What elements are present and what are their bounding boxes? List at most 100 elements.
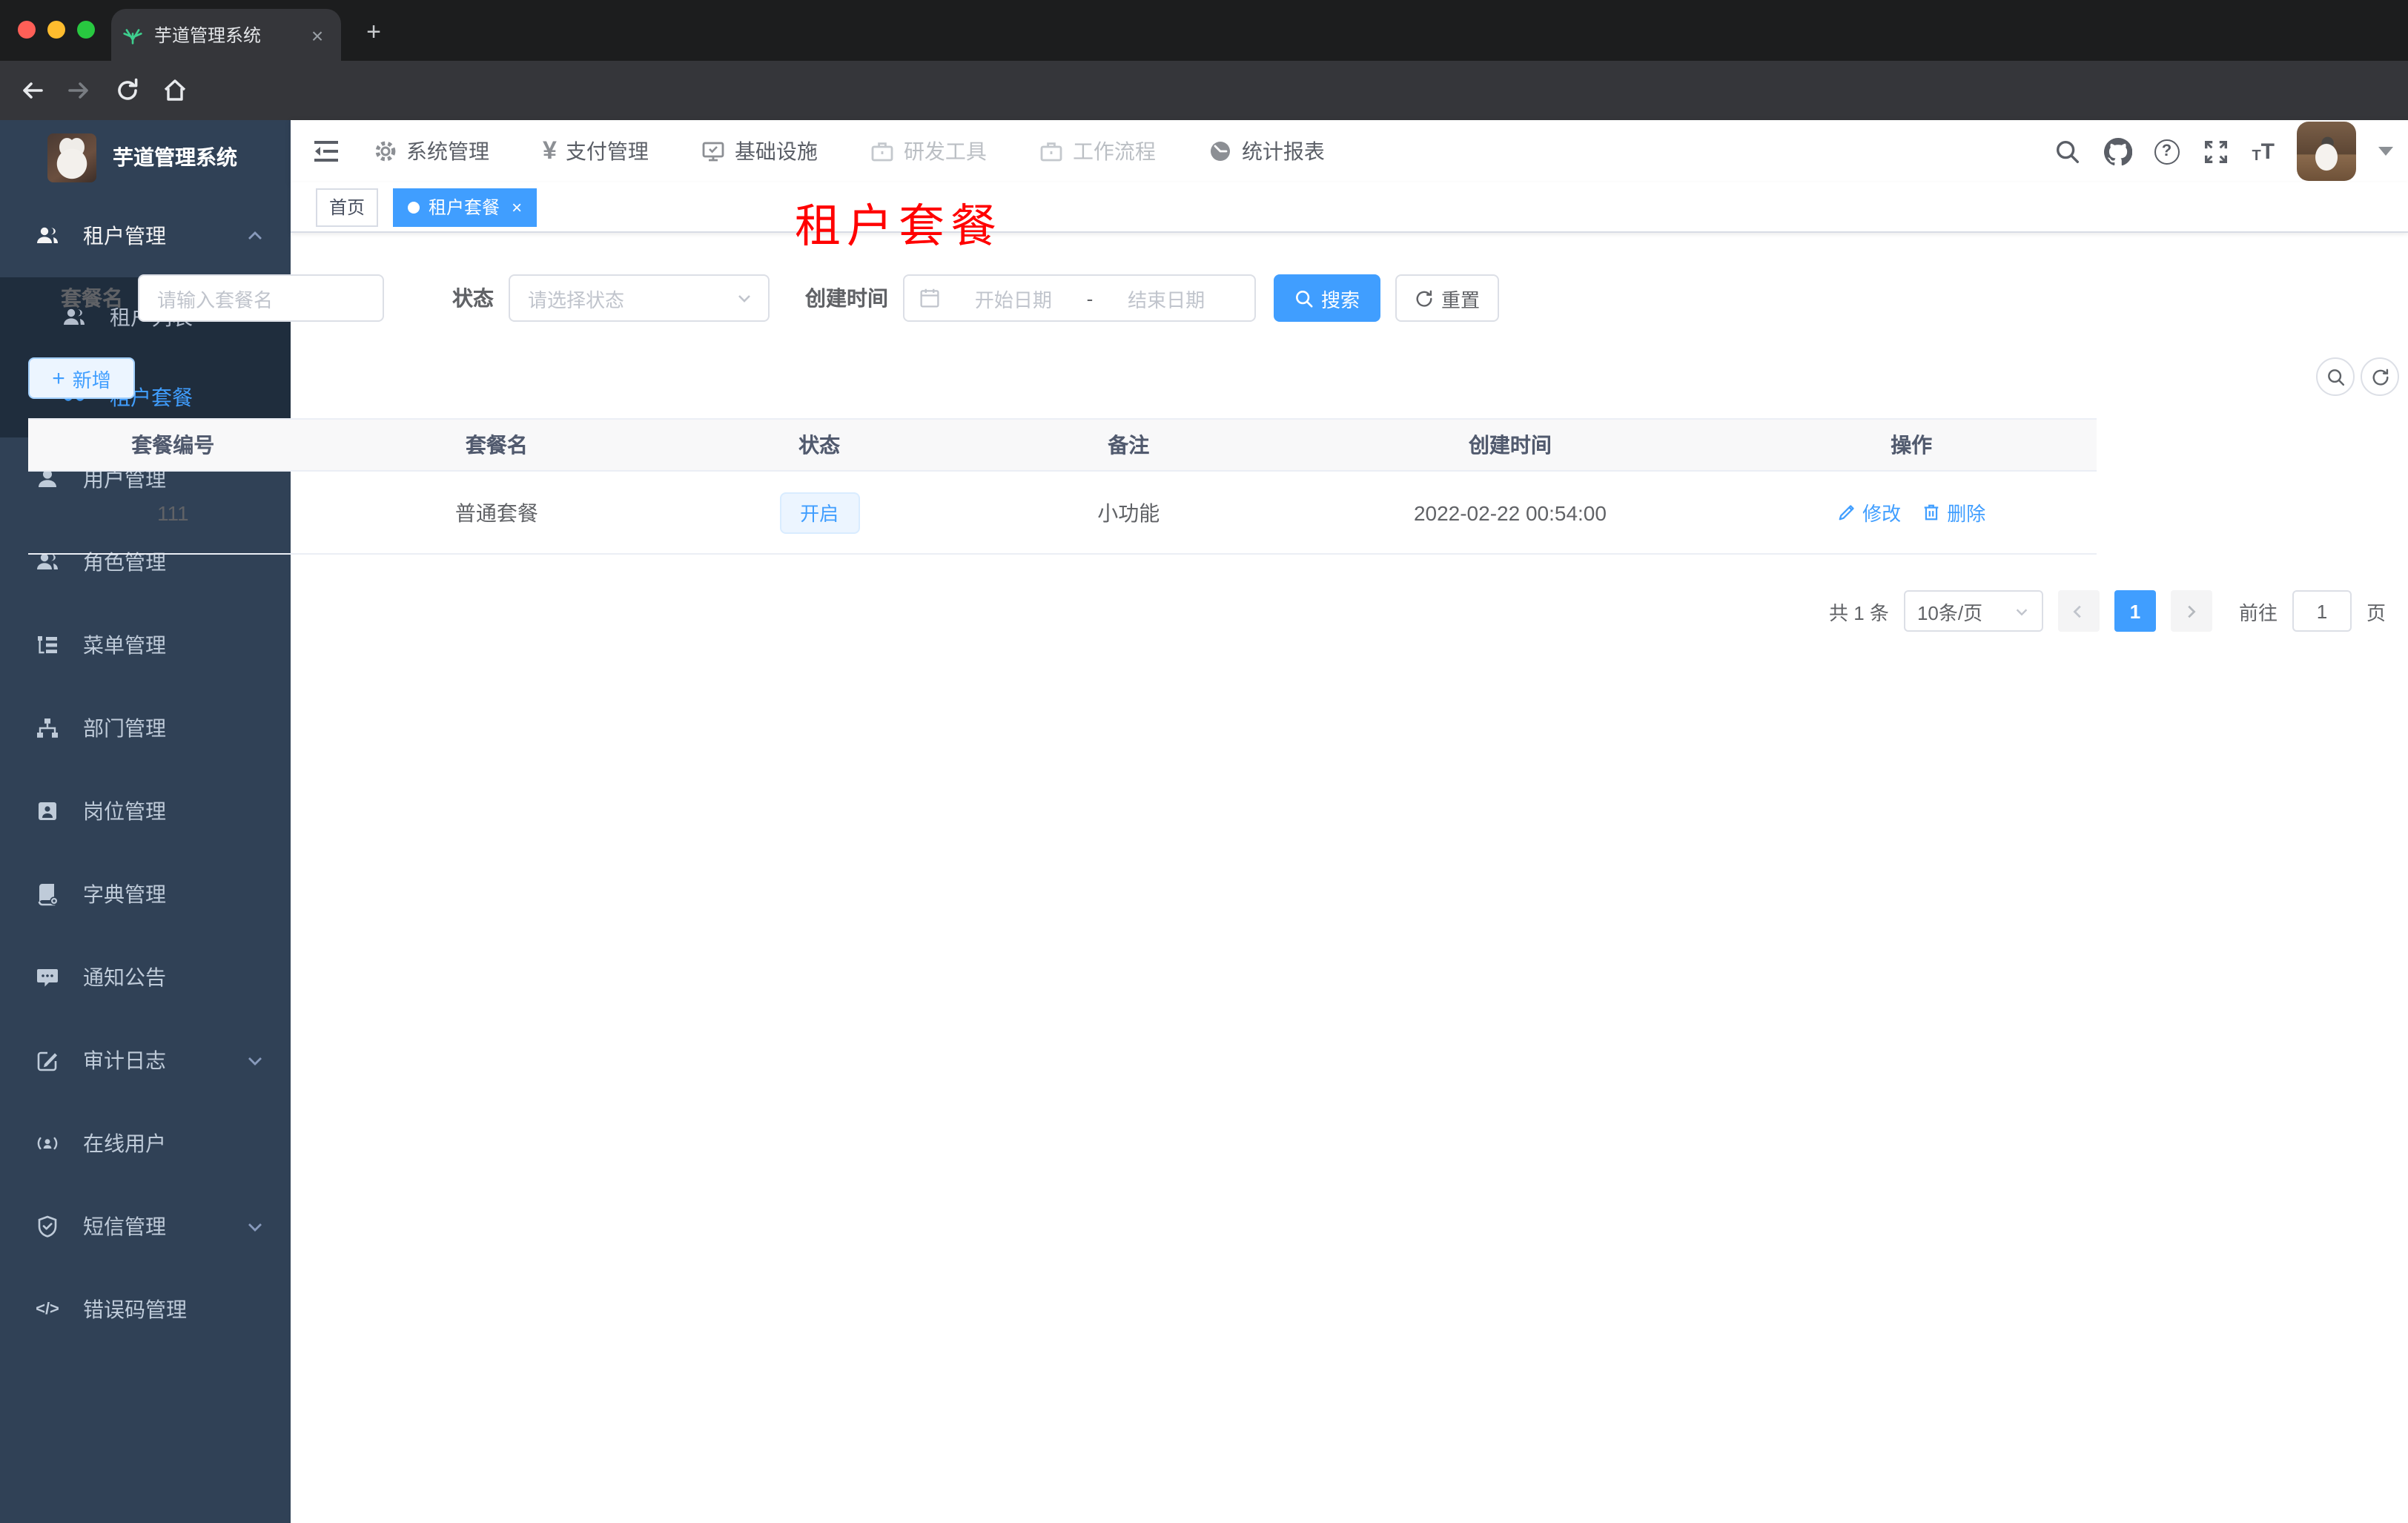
status-select[interactable]: 请选择状态 [509, 274, 770, 322]
chevron-down-icon [248, 1223, 262, 1232]
top-menu-reports[interactable]: 统计报表 [1209, 136, 1325, 166]
avatar-caret-icon[interactable] [2378, 147, 2393, 156]
tag-home[interactable]: 首页 [316, 188, 379, 226]
create-time-label: 创建时间 [805, 286, 888, 310]
search-icon[interactable] [2053, 137, 2081, 165]
sidebar-item-label: 部门管理 [83, 716, 166, 740]
pagination: 共 1 条 10条/页 1 前往 1 页 [1829, 590, 2386, 632]
search-button[interactable]: 搜索 [1274, 274, 1380, 322]
help-icon[interactable]: ? [2154, 139, 2180, 164]
sidebar-item-audit-log[interactable]: 审计日志 [0, 1019, 291, 1102]
macos-minimize-button[interactable] [47, 21, 65, 39]
forward-icon[interactable] [65, 77, 92, 104]
github-icon[interactable] [2103, 137, 2132, 165]
pagination-total: 共 1 条 [1829, 601, 1889, 624]
tag-active-dot [408, 201, 420, 213]
table-refresh-button[interactable] [2361, 357, 2399, 396]
status-label: 状态 [452, 286, 494, 310]
edit-link[interactable]: 修改 [1837, 498, 1901, 526]
goto-page-input[interactable]: 1 [2292, 590, 2352, 632]
chevron-down-icon [738, 295, 750, 303]
sidebar-logo-row[interactable]: 芋道管理系统 [0, 120, 291, 194]
code-icon: </> [36, 1301, 59, 1318]
sidebar-item-sms-management[interactable]: 短信管理 [0, 1185, 291, 1268]
table-row[interactable]: 111 普通套餐 开启 小功能 2022-02-22 00:54:00 修改 删… [28, 472, 2097, 555]
sidebar-item-label: 在线用户 [83, 1131, 166, 1155]
calendar-icon [920, 288, 939, 308]
sidebar-item-tenant-management[interactable]: 租户管理 [0, 194, 291, 277]
tag-tenant-package[interactable]: 租户套餐 × [393, 188, 538, 226]
new-tab-button[interactable]: + [356, 18, 391, 47]
briefcase-icon [1041, 142, 1063, 162]
refresh-icon [1416, 289, 1432, 306]
tab-favicon-plant-icon [123, 29, 142, 44]
chevron-left-icon [2074, 604, 2082, 618]
reset-button[interactable]: 重置 [1395, 274, 1499, 322]
dashboard-icon [1211, 142, 1231, 161]
col-header-created: 创建时间 [1468, 433, 1552, 457]
top-menu-infrastructure[interactable]: 基础设施 [702, 136, 818, 166]
text-size-icon[interactable]: TT [2252, 139, 2275, 164]
tab-close-icon[interactable]: × [305, 23, 329, 47]
chevron-right-icon [2189, 604, 2197, 618]
cell-created: 2022-02-22 00:54:00 [1413, 500, 1607, 524]
user-avatar[interactable] [2297, 122, 2356, 181]
reload-icon[interactable] [114, 77, 141, 104]
add-button[interactable]: + 新增 [28, 357, 135, 399]
top-menu-workflow[interactable]: 工作流程 [1040, 136, 1156, 166]
cell-status: 开启 [675, 492, 963, 533]
edit-pencil-icon [1839, 505, 1854, 521]
home-icon[interactable] [162, 77, 188, 104]
gear-icon [375, 141, 396, 162]
col-header-id: 套餐编号 [131, 433, 215, 457]
sidebar-item-notice[interactable]: 通知公告 [0, 936, 291, 1019]
next-page-button[interactable] [2170, 590, 2212, 632]
col-header-actions: 操作 [1891, 433, 1933, 457]
page-size-select[interactable]: 10条/页 [1903, 590, 2043, 632]
current-page-button[interactable]: 1 [2114, 590, 2156, 632]
delete-link[interactable]: 删除 [1922, 498, 1985, 526]
plus-icon: + [52, 366, 65, 391]
macos-close-button[interactable] [18, 21, 36, 39]
package-name-input[interactable]: 请输入套餐名 [138, 274, 384, 322]
app-logo-rabbit [47, 133, 96, 182]
sidebar-fold-icon[interactable] [311, 136, 341, 166]
col-header-status: 状态 [798, 433, 841, 457]
date-start-placeholder[interactable]: 开始日期 [940, 284, 1087, 312]
chevron-down-icon [2016, 608, 2028, 615]
top-menu-system[interactable]: 系统管理 [374, 136, 489, 166]
browser-toolbar: 127.0.0.1:48080/admin-ui/system/tenant/p… [0, 61, 2408, 172]
refresh-icon [2372, 368, 2388, 385]
tab-title: 芋道管理系统 [154, 25, 262, 46]
browser-tab[interactable]: 芋道管理系统 × [111, 9, 341, 61]
top-menu-label: 研发工具 [903, 139, 987, 163]
table-search-toggle-button[interactable] [2316, 357, 2355, 396]
tag-close-icon[interactable]: × [512, 196, 522, 217]
message-icon [37, 969, 58, 987]
badge-icon [39, 802, 56, 820]
top-menu-dev-tools[interactable]: 研发工具 [871, 136, 987, 166]
sidebar-item-label: 字典管理 [83, 882, 166, 906]
top-menu-payment[interactable]: ¥ 支付管理 [543, 136, 649, 166]
tab-strip: 芋道管理系统 × + [0, 0, 2408, 61]
cell-id: 111 [157, 500, 189, 524]
col-header-remark: 备注 [1108, 433, 1150, 457]
cell-name: 普通套餐 [454, 500, 538, 524]
date-end-placeholder[interactable]: 结束日期 [1093, 284, 1240, 312]
sidebar-item-dept-management[interactable]: 部门管理 [0, 687, 291, 770]
sidebar-item-label: 通知公告 [83, 965, 166, 989]
cell-actions: 修改 删除 [1727, 498, 2097, 526]
sidebar-item-dict-management[interactable]: 字典管理 [0, 853, 291, 936]
status-placeholder: 请选择状态 [528, 288, 625, 311]
monitor-check-icon [703, 142, 725, 162]
back-icon[interactable] [19, 77, 46, 104]
fullscreen-icon[interactable] [2201, 137, 2229, 165]
sidebar-item-online-users[interactable]: 在线用户 [0, 1102, 291, 1185]
date-range-picker[interactable]: 开始日期 - 结束日期 [903, 274, 1256, 322]
sidebar-item-post-management[interactable]: 岗位管理 [0, 770, 291, 853]
top-menu-label: 系统管理 [406, 139, 489, 163]
macos-zoom-button[interactable] [77, 21, 95, 39]
sidebar-item-menu-management[interactable]: 菜单管理 [0, 604, 291, 687]
sidebar-item-error-code[interactable]: </> 错误码管理 [0, 1268, 291, 1351]
prev-page-button[interactable] [2057, 590, 2100, 632]
